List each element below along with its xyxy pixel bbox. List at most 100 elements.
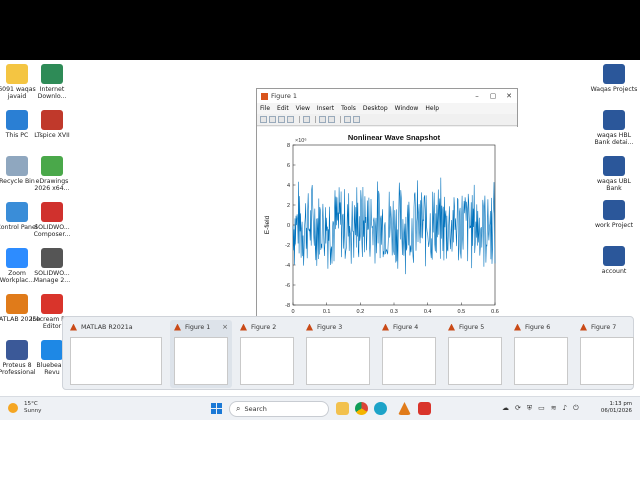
wifi-icon[interactable]: ≋ [551,404,557,413]
cloud-sync-icon[interactable]: ⟳ [515,404,521,413]
volume-icon[interactable]: ♪ [563,404,567,413]
windows-logo-icon [217,409,222,414]
thumbnail-title: MATLAB R2021a [81,323,133,331]
taskbar-thumbnail-2[interactable]: Figure 2 [236,320,298,388]
insert-legend-icon[interactable] [328,116,335,123]
menu-window[interactable]: Window [395,105,419,112]
property-inspector-icon[interactable] [353,116,360,123]
solidworks-icon [41,202,63,222]
thumbnail-preview [580,337,634,385]
taskbar-thumbnail-6[interactable]: Figure 6 [510,320,572,388]
y-exponent-label: ×10⁶ [295,137,307,144]
link-plot-icon[interactable] [303,116,310,123]
clock-time: 1:13 pm [609,401,633,407]
thumbnail-header: Figure 3 [302,320,374,334]
desktop-icon-left-3[interactable]: LTspice XVII [28,110,76,139]
matlab-icon [240,323,247,331]
desktop-icon-label: waqas HBL Bank detai... [594,132,634,147]
edit-plot-icon[interactable] [344,116,351,123]
thumbnail-title: Figure 7 [591,323,617,331]
x-tick-label: 0.5 [458,309,466,315]
menu-desktop[interactable]: Desktop [363,105,388,112]
matlab-icon [580,323,587,331]
figure-toolbar [257,114,517,126]
menu-view[interactable]: View [296,105,310,112]
recycle-bin-icon [6,156,28,176]
chrome-icon[interactable] [355,402,368,415]
thumbnail-header: Figure 2 [236,320,298,334]
bluebeam-icon [41,340,63,360]
menu-file[interactable]: File [260,105,270,112]
thumbnail-preview [448,337,502,385]
search-icon: ⌕ [236,404,241,413]
new-figure-icon[interactable] [260,116,267,123]
thumbnail-header: Figure 1 × [170,320,232,334]
desktop-icon-label: LTspice XVII [34,132,70,139]
desktop-icon-label: waqas UBL Bank [597,178,631,193]
desktop-icon-left-9[interactable]: SOLIDWO... Manage 2... [28,248,76,284]
x-tick-label: 0.4 [424,309,432,315]
open-file-icon[interactable] [269,116,276,123]
plot-area[interactable]: Nonlinear Wave Snapshot ×10⁶ E-field 8 6 4 2 0-… [257,127,519,329]
desktop-icon-left-5[interactable]: eDrawings 2026 x64... [28,156,76,192]
menu-tools[interactable]: Tools [341,105,356,112]
desktop-icon-label: Internet Downlo... [37,86,67,101]
taskbar-thumbnail-3[interactable]: Figure 3 [302,320,374,388]
clock-date: 06/01/2026 [600,408,632,414]
figure-menubar: File Edit View Insert Tools Desktop Window Help [257,103,517,114]
security-icon[interactable]: ⛨ [527,404,532,413]
edrawings-icon [41,156,63,176]
thumbnail-header: Figure 6 [510,320,572,334]
desktop-icon-left-7[interactable]: SOLIDWO... Composer... [28,202,76,238]
weather-widget[interactable]: 15°C Sunny [8,401,42,414]
y-tick-label: -4 [285,263,290,269]
figure-titlebar[interactable]: Figure 1 – ▢ ✕ [257,89,517,103]
desktop-icon-right-0[interactable]: Waqas Projects [590,64,638,93]
maximize-icon[interactable]: ▢ [485,92,501,100]
desktop-icon-right-2[interactable]: waqas UBL Bank [590,156,638,192]
taskbar-thumbnail-4[interactable]: Figure 4 [378,320,440,388]
menu-help[interactable]: Help [425,105,439,112]
taskbar-thumbnail-1[interactable]: Figure 1 × [170,320,232,388]
desktop-icon-left-1[interactable]: Internet Downlo... [28,64,76,100]
close-icon[interactable]: × [222,323,228,331]
taskbar-search[interactable]: ⌕ Search [229,401,329,417]
desktop-icon-label: Waqas Projects [590,86,638,93]
desktop-icon-right-1[interactable]: waqas HBL Bank detai... [590,110,638,146]
battery-icon[interactable]: ▭ [538,404,545,413]
edge-icon[interactable] [374,402,387,415]
thumbnail-preview [174,337,228,385]
matlab-icon [448,323,455,331]
desktop-icon-label: SOLIDWO... Composer... [33,224,71,239]
onedrive-icon[interactable]: ☁ [502,404,509,413]
file-explorer-icon[interactable] [336,402,349,415]
close-icon[interactable]: ✕ [501,92,517,100]
figure-window[interactable]: Figure 1 – ▢ ✕ File Edit View Insert Tools De… [256,88,519,329]
minimize-icon[interactable]: – [469,92,485,100]
taskbar-thumbnail-0[interactable]: MATLAB R2021a [66,320,166,388]
matlab-icon [174,323,181,331]
figure-title: Figure 1 [271,92,298,100]
print-icon[interactable] [287,116,294,123]
insert-colorbar-icon[interactable] [319,116,326,123]
menu-edit[interactable]: Edit [277,105,289,112]
power-icon[interactable]: ⏻ [573,404,579,413]
matlab-taskbar-icon[interactable] [398,402,411,415]
thumbnail-preview [306,337,370,385]
matlab-icon [306,323,313,331]
taskbar-thumbnail-7[interactable]: Figure 7 [576,320,638,388]
taskbar-thumbnail-5[interactable]: Figure 5 [444,320,506,388]
desktop-icon-right-4[interactable]: account [590,246,638,275]
taskbar-clock[interactable]: 1:13 pm 06/01/2026 [600,401,632,415]
save-icon[interactable] [278,116,285,123]
y-tick-label: -8 [285,303,290,309]
desktop-icon-right-3[interactable]: work Project [590,200,638,229]
wps-office-icon[interactable] [418,402,431,415]
menu-insert[interactable]: Insert [317,105,334,112]
proteus-icon [6,340,28,360]
taskbar: 15°C Sunny ⌕ Search ☁ ⟳ ⛨ ▭ ≋ ♪ ⏻ 1:13 p… [0,396,640,420]
start-button[interactable] [211,403,222,414]
thumbnail-preview [240,337,294,385]
x-tick-label: 0.2 [357,309,365,315]
toolbar-separator [340,116,341,123]
